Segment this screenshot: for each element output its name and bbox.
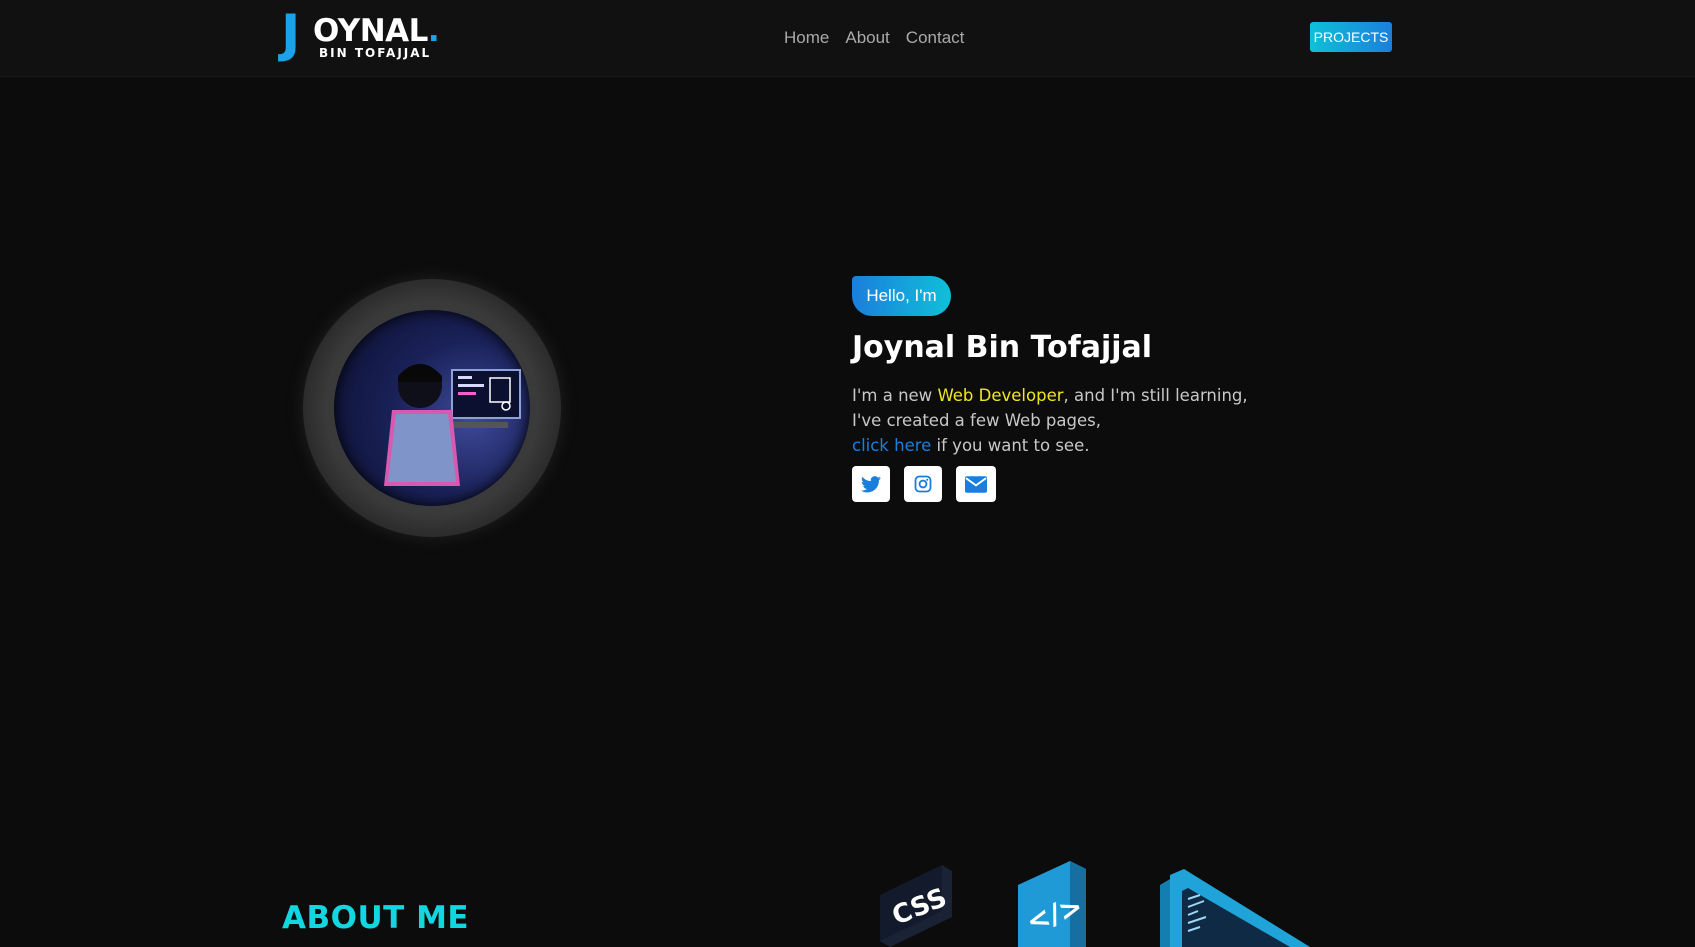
twitter-button[interactable] xyxy=(852,466,890,502)
about-illustration: CSS </> xyxy=(870,855,1320,947)
intro-line-3: click here if you want to see. xyxy=(852,436,1090,455)
envelope-icon xyxy=(965,475,987,493)
logo-main-text: OYNAL. xyxy=(313,13,440,49)
intro-line-1: I'm a new Web Developer, and I'm still l… xyxy=(852,386,1248,405)
nav-link-contact[interactable]: Contact xyxy=(906,28,965,48)
logo-letter: J xyxy=(281,4,301,64)
nav-link-about[interactable]: About xyxy=(845,28,889,48)
site-logo[interactable]: J OYNAL. BIN TOFAJJAL xyxy=(281,8,440,66)
navbar: J OYNAL. BIN TOFAJJAL Home About Contact… xyxy=(0,0,1695,77)
nav-link-home[interactable]: Home xyxy=(784,28,829,48)
about-section-title: ABOUT ME xyxy=(282,900,470,936)
instagram-icon xyxy=(914,475,932,493)
twitter-icon xyxy=(861,475,881,492)
role-highlight: Web Developer xyxy=(937,386,1064,405)
avatar-ring xyxy=(303,279,561,537)
email-button[interactable] xyxy=(956,466,996,502)
hero-name: Joynal Bin Tofajjal xyxy=(852,330,1153,365)
intro-line-2: I've created a few Web pages, xyxy=(852,411,1101,430)
click-here-link[interactable]: click here xyxy=(852,436,931,455)
hero-intro: I'm a new Web Developer, and I'm still l… xyxy=(852,383,1272,458)
greeting-badge: Hello, I'm xyxy=(852,276,951,316)
projects-button[interactable]: PROJECTS xyxy=(1310,22,1392,52)
social-links xyxy=(852,466,996,502)
instagram-button[interactable] xyxy=(904,466,942,502)
logo-subtitle: BIN TOFAJJAL xyxy=(319,46,432,60)
main-nav: Home About Contact xyxy=(784,28,964,48)
avatar-image xyxy=(334,310,530,506)
